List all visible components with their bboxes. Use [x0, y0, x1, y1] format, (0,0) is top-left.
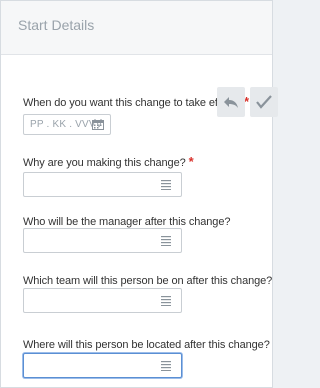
reason-label: Why are you making this change? [23, 157, 186, 169]
undo-button[interactable] [217, 87, 245, 117]
panel-header: Start Details [1, 1, 272, 55]
undo-arrow-icon [224, 97, 238, 108]
list-prompt-icon[interactable] [161, 361, 171, 371]
location-label: Where will this person be located after … [23, 339, 270, 351]
checkmark-icon [256, 95, 272, 109]
effective-date-label: When do you want this change to take eff… [23, 97, 241, 109]
list-prompt-icon[interactable] [161, 180, 171, 190]
location-input[interactable] [23, 353, 182, 378]
manager-label: Who will be the manager after this chang… [23, 216, 231, 228]
manager-input[interactable] [23, 228, 182, 253]
team-input[interactable] [23, 288, 182, 313]
required-marker: * [188, 154, 194, 169]
list-prompt-icon[interactable] [161, 296, 171, 306]
calendar-icon[interactable] [92, 119, 104, 130]
list-prompt-icon[interactable] [161, 236, 171, 246]
team-label-row: Which team will this person be on after … [23, 271, 272, 289]
team-label: Which team will this person be on after … [23, 275, 273, 287]
effective-date-input[interactable]: PP . KK . VVVV [23, 114, 111, 135]
panel-title: Start Details [18, 17, 95, 33]
reason-input[interactable] [23, 172, 182, 197]
confirm-button[interactable] [250, 87, 278, 117]
reason-label-row: Why are you making this change? * [23, 153, 194, 171]
effective-date-label-row: When do you want this change to take eff… [23, 93, 249, 111]
start-details-panel: Start Details When do you want this chan… [0, 0, 278, 388]
